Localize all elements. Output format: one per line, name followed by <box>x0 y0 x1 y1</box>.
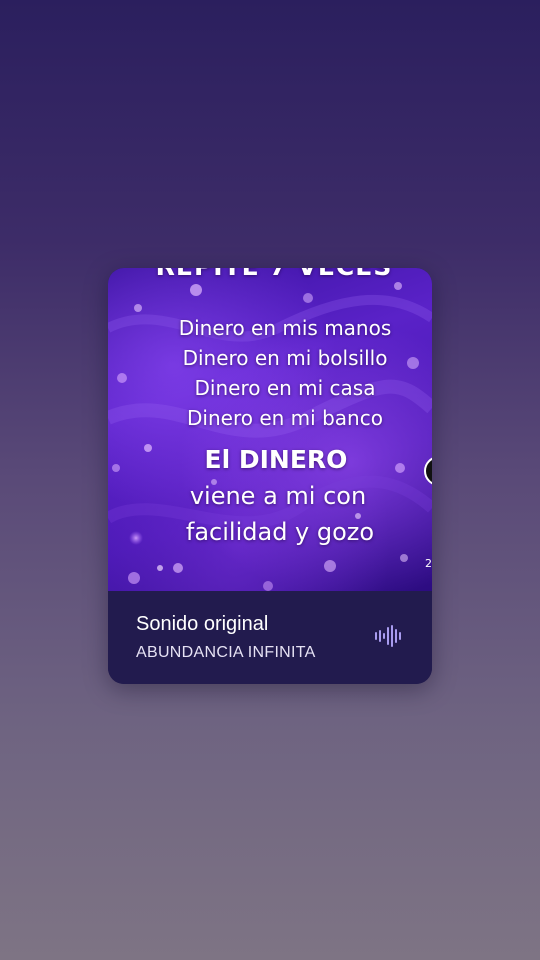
sound-wave-icon <box>375 625 401 647</box>
sound-info[interactable]: Sonido original ABUNDANCIA INFINITA <box>108 591 432 684</box>
edge-number: 2 <box>425 557 432 570</box>
artwork-emphasis: El DINERO <box>204 445 348 474</box>
artwork-heading-cut: REPITE 7 VECES <box>112 268 432 281</box>
mantra-line-3: Dinero en mi casa <box>194 376 376 400</box>
sound-title: Sonido original <box>136 613 269 635</box>
artwork-line-2: viene a mi con <box>189 482 367 510</box>
mantra-line-1: Dinero en mis manos <box>178 316 392 340</box>
mantra-line-4: Dinero en mi banco <box>187 406 383 430</box>
mantra-line-2: Dinero en mi bolsillo <box>182 346 388 370</box>
sound-artist: ABUNDANCIA INFINITA <box>136 644 316 661</box>
cover-artwork[interactable]: REPITE 7 VECES Dinero en mis manos Diner… <box>108 268 432 591</box>
sound-card[interactable]: REPITE 7 VECES Dinero en mis manos Diner… <box>108 268 432 684</box>
artwork-line-3: facilidad y gozo <box>185 518 375 546</box>
